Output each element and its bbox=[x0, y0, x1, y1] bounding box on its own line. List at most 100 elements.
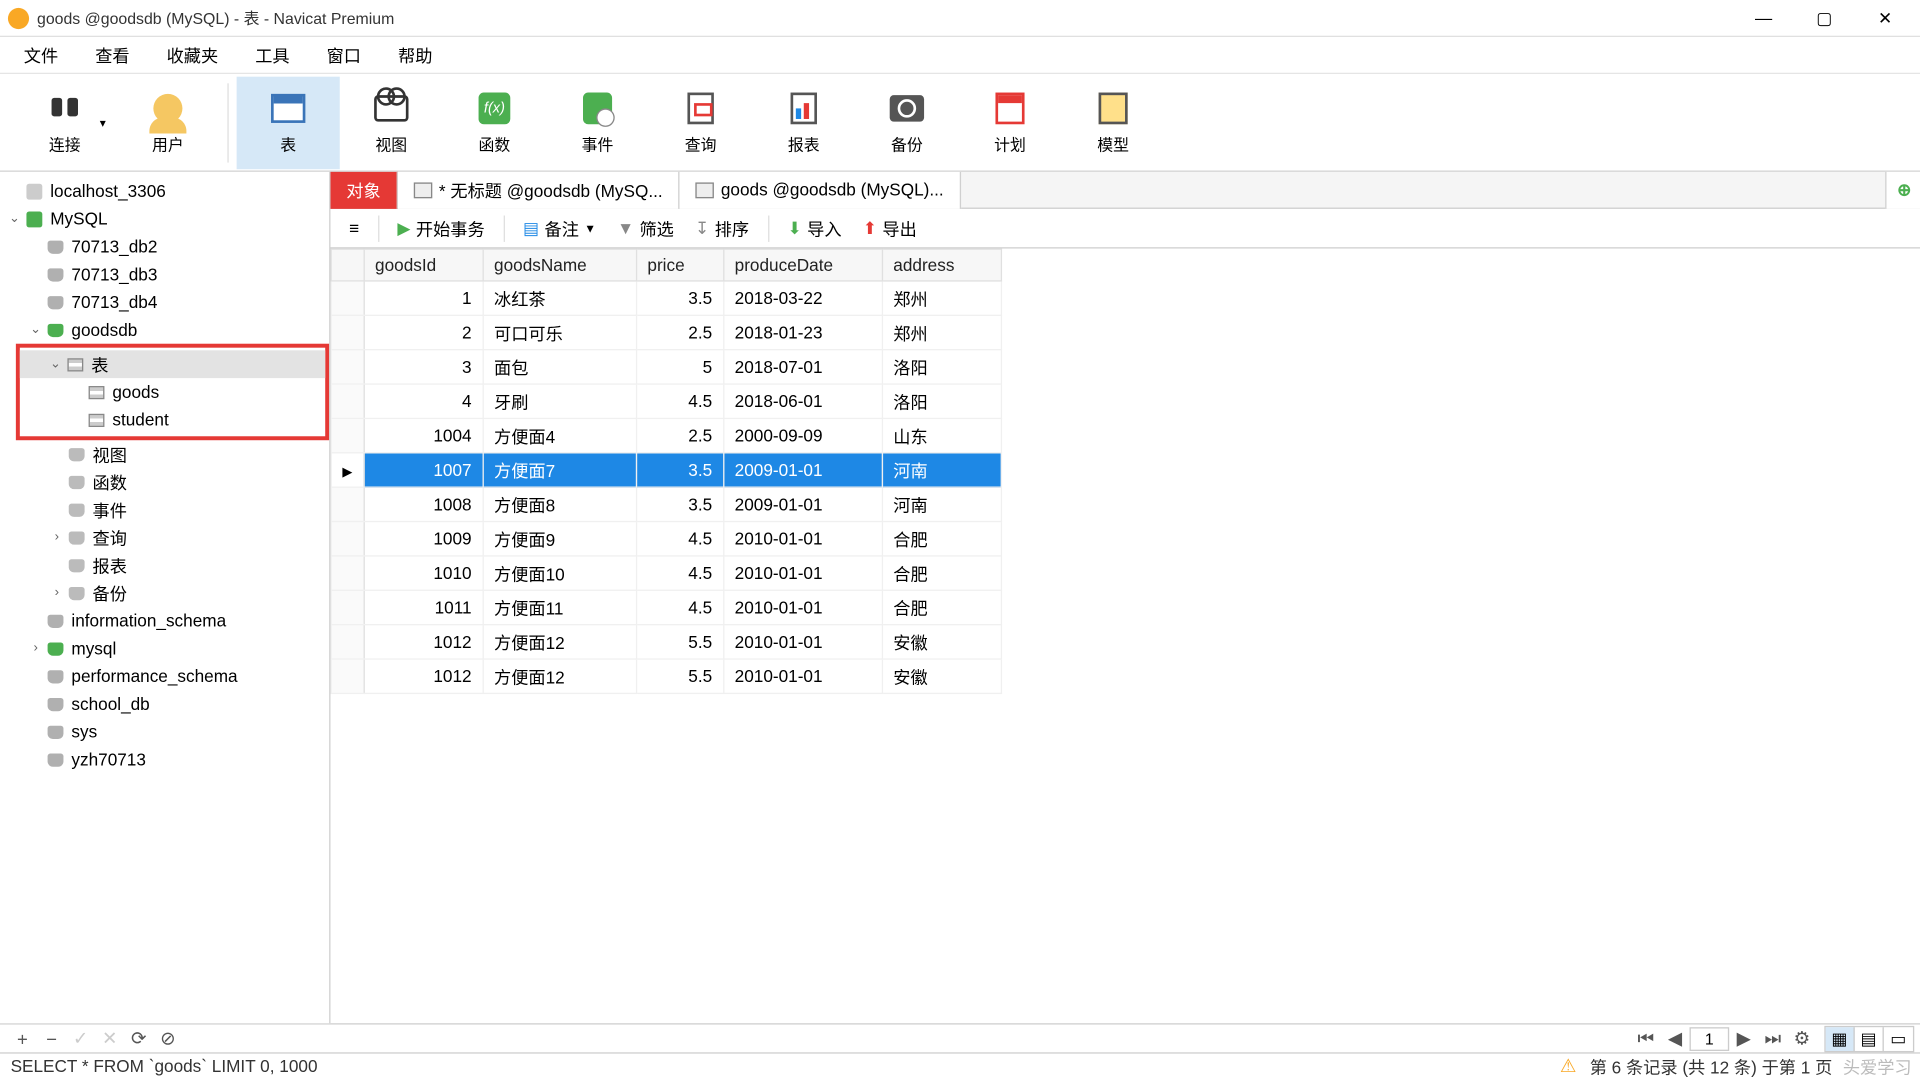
hamburger-button[interactable]: ≡ bbox=[341, 214, 367, 242]
cell-price[interactable]: 4.5 bbox=[636, 384, 723, 418]
data-grid[interactable]: goodsIdgoodsNamepriceproduceDateaddress1… bbox=[331, 249, 1920, 1024]
filter-button[interactable]: ▼筛选 bbox=[609, 212, 682, 245]
cell-goodsId[interactable]: 1012 bbox=[364, 625, 483, 659]
tree-事件[interactable]: 事件 bbox=[0, 496, 329, 524]
cell-produceDate[interactable]: 2009-01-01 bbox=[723, 487, 882, 521]
tree-db-70713_db2[interactable]: 70713_db2 bbox=[0, 233, 329, 261]
cancel-button[interactable]: ✕ bbox=[95, 1025, 124, 1051]
cell-produceDate[interactable]: 2009-01-01 bbox=[723, 453, 882, 487]
cell-goodsName[interactable]: 面包 bbox=[483, 350, 636, 384]
cell-produceDate[interactable]: 2018-07-01 bbox=[723, 350, 882, 384]
cell-goodsName[interactable]: 方便面12 bbox=[483, 659, 636, 693]
last-page-button[interactable]: ⏭ bbox=[1758, 1025, 1787, 1051]
menu-收藏夹[interactable]: 收藏夹 bbox=[148, 37, 237, 73]
cell-goodsId[interactable]: 1004 bbox=[364, 418, 483, 452]
refresh-button[interactable]: ⟳ bbox=[124, 1025, 153, 1051]
tree-table-student[interactable]: student bbox=[20, 406, 325, 434]
page-input[interactable] bbox=[1690, 1027, 1730, 1051]
toolbar-backup-button[interactable]: 备份 bbox=[855, 76, 958, 169]
cell-goodsId[interactable]: 1 bbox=[364, 281, 483, 315]
sort-button[interactable]: ↧排序 bbox=[687, 212, 757, 245]
maximize-button[interactable]: ▢ bbox=[1795, 2, 1853, 34]
cell-address[interactable]: 安徽 bbox=[882, 659, 1001, 693]
cell-goodsName[interactable]: 牙刷 bbox=[483, 384, 636, 418]
table-row[interactable]: 1010方便面104.52010-01-01合肥 bbox=[331, 556, 1001, 590]
cell-address[interactable]: 合肥 bbox=[882, 556, 1001, 590]
toolbar-user-button[interactable]: 用户 bbox=[116, 76, 219, 169]
tree-db-yzh70713[interactable]: yzh70713 bbox=[0, 746, 329, 774]
import-button[interactable]: ⬇导入 bbox=[780, 212, 850, 245]
cell-price[interactable]: 4.5 bbox=[636, 556, 723, 590]
col-goodsId[interactable]: goodsId bbox=[364, 249, 483, 281]
col-address[interactable]: address bbox=[882, 249, 1001, 281]
table-row[interactable]: 2可口可乐2.52018-01-23郑州 bbox=[331, 315, 1001, 349]
cell-price[interactable]: 5.5 bbox=[636, 659, 723, 693]
tree-db-70713_db4[interactable]: 70713_db4 bbox=[0, 288, 329, 316]
col-goodsName[interactable]: goodsName bbox=[483, 249, 636, 281]
cell-price[interactable]: 2.5 bbox=[636, 418, 723, 452]
col-produceDate[interactable]: produceDate bbox=[723, 249, 882, 281]
stop-button[interactable]: ⊘ bbox=[153, 1025, 182, 1051]
table-row[interactable]: 3面包52018-07-01洛阳 bbox=[331, 350, 1001, 384]
cell-goodsId[interactable]: 1012 bbox=[364, 659, 483, 693]
tree-视图[interactable]: 视图 bbox=[0, 440, 329, 468]
cell-goodsId[interactable]: 1011 bbox=[364, 590, 483, 624]
cell-address[interactable]: 郑州 bbox=[882, 281, 1001, 315]
minimize-button[interactable]: — bbox=[1734, 2, 1792, 34]
table-row[interactable]: 1008方便面83.52009-01-01河南 bbox=[331, 487, 1001, 521]
toolbar-table-button[interactable]: 表 bbox=[237, 76, 340, 169]
cell-goodsId[interactable]: 1010 bbox=[364, 556, 483, 590]
cell-goodsName[interactable]: 方便面11 bbox=[483, 590, 636, 624]
tree-备份[interactable]: ›备份 bbox=[0, 579, 329, 607]
tree-conn-mysql[interactable]: ⌄MySQL bbox=[0, 205, 329, 233]
add-record-button[interactable]: + bbox=[8, 1025, 37, 1051]
tab-0[interactable]: 对象 bbox=[331, 171, 398, 208]
table-row[interactable]: 1011方便面114.52010-01-01合肥 bbox=[331, 590, 1001, 624]
menu-工具[interactable]: 工具 bbox=[237, 37, 308, 73]
add-tab-button[interactable]: ⊕ bbox=[1885, 171, 1920, 208]
cell-goodsName[interactable]: 方便面10 bbox=[483, 556, 636, 590]
toolbar-event-button[interactable]: 事件 bbox=[546, 76, 649, 169]
cell-address[interactable]: 合肥 bbox=[882, 522, 1001, 556]
cell-price[interactable]: 5 bbox=[636, 350, 723, 384]
cell-produceDate[interactable]: 2010-01-01 bbox=[723, 590, 882, 624]
menu-帮助[interactable]: 帮助 bbox=[380, 37, 451, 73]
toolbar-report-button[interactable]: 报表 bbox=[752, 76, 855, 169]
cell-produceDate[interactable]: 2010-01-01 bbox=[723, 522, 882, 556]
toolbar-plan-button[interactable]: 计划 bbox=[958, 76, 1061, 169]
toolbar-conn-button[interactable]: 连接▾ bbox=[13, 76, 116, 169]
tree-table-goods[interactable]: goods bbox=[20, 378, 325, 406]
cell-produceDate[interactable]: 2010-01-01 bbox=[723, 625, 882, 659]
table-row[interactable]: 1004方便面42.52000-09-09山东 bbox=[331, 418, 1001, 452]
tree-db-information_schema[interactable]: information_schema bbox=[0, 607, 329, 635]
cell-goodsId[interactable]: 2 bbox=[364, 315, 483, 349]
cell-goodsId[interactable]: 1009 bbox=[364, 522, 483, 556]
grid-view-button[interactable]: ▦ bbox=[1826, 1027, 1855, 1051]
table-row[interactable]: 1冰红茶3.52018-03-22郑州 bbox=[331, 281, 1001, 315]
next-page-button[interactable]: ▶ bbox=[1729, 1025, 1758, 1051]
table-row[interactable]: 1012方便面125.52010-01-01安徽 bbox=[331, 659, 1001, 693]
table-row[interactable]: 1009方便面94.52010-01-01合肥 bbox=[331, 522, 1001, 556]
cell-price[interactable]: 4.5 bbox=[636, 522, 723, 556]
cell-goodsName[interactable]: 方便面12 bbox=[483, 625, 636, 659]
cell-goodsId[interactable]: 1008 bbox=[364, 487, 483, 521]
cell-goodsName[interactable]: 方便面9 bbox=[483, 522, 636, 556]
table-row[interactable]: ▶1007方便面73.52009-01-01河南 bbox=[331, 453, 1001, 487]
cell-produceDate[interactable]: 2018-03-22 bbox=[723, 281, 882, 315]
tree-查询[interactable]: ›查询 bbox=[0, 524, 329, 552]
tree-函数[interactable]: 函数 bbox=[0, 468, 329, 496]
table-row[interactable]: 1012方便面125.52010-01-01安徽 bbox=[331, 625, 1001, 659]
tree-db-70713_db3[interactable]: 70713_db3 bbox=[0, 260, 329, 288]
cell-price[interactable]: 5.5 bbox=[636, 625, 723, 659]
connection-tree[interactable]: localhost_3306⌄MySQL70713_db270713_db370… bbox=[0, 172, 331, 1023]
tree-db-mysql[interactable]: ›mysql bbox=[0, 635, 329, 663]
cell-goodsName[interactable]: 方便面4 bbox=[483, 418, 636, 452]
cell-goodsId[interactable]: 3 bbox=[364, 350, 483, 384]
form-view-button[interactable]: ▤ bbox=[1855, 1027, 1884, 1051]
cell-goodsId[interactable]: 1007 bbox=[364, 453, 483, 487]
col-price[interactable]: price bbox=[636, 249, 723, 281]
toolbar-view-button[interactable]: 视图 bbox=[340, 76, 443, 169]
tree-conn-localhost[interactable]: localhost_3306 bbox=[0, 177, 329, 205]
cell-produceDate[interactable]: 2018-01-23 bbox=[723, 315, 882, 349]
cell-produceDate[interactable]: 2010-01-01 bbox=[723, 556, 882, 590]
